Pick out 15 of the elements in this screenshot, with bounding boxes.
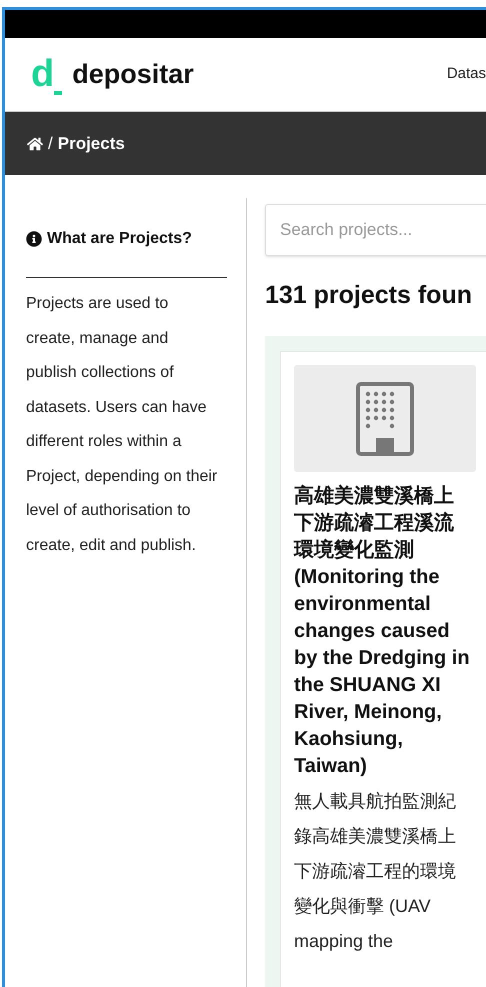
building-icon (356, 382, 414, 456)
project-description: 無人載具航拍監測紀錄高雄美濃雙溪橋上下游疏濬工程的環境變化與衝擊 (UAV mapping the (294, 790, 457, 953)
project-card[interactable]: 高雄美濃雙溪橋上下游疏濬工程溪流環境變化監測 (Monitoring the environmental changes caused by the Dredging in the SHUANG XI River, Meinong, Kaohsiung, Taiwan) 無人載具航拍監測紀錄高雄美濃雙溪橋上下游疏濬工程的環境變化與衝擊 (UAV mapping the (280, 351, 486, 987)
info-icon (26, 231, 42, 247)
nav-link[interactable]: Datas (446, 63, 486, 86)
home-icon[interactable] (27, 136, 43, 152)
breadcrumb-separator: / (48, 132, 53, 155)
logo-mark: d (31, 54, 62, 96)
project-title[interactable]: 高雄美濃雙溪橋上下游疏濬工程溪流環境變化監測 (Monitoring the environmental changes caused by the Dredging in the SHUANG XI River, Meinong, Kaohsiung, Taiwan) (294, 483, 470, 780)
sidebar-text: Projects are used to create, manage and publish collections of datasets. Users can have different roles within a Project, depending on their level of authorisation to create, edit and publish. (26, 294, 218, 556)
sidebar-title: What are Projects? (47, 229, 192, 249)
logo-text: depositar (72, 61, 194, 88)
search-field[interactable]: Search projects... (265, 204, 486, 256)
breadcrumb-item[interactable]: Projects (58, 130, 125, 156)
results-heading: 131 projects foun (265, 283, 473, 308)
